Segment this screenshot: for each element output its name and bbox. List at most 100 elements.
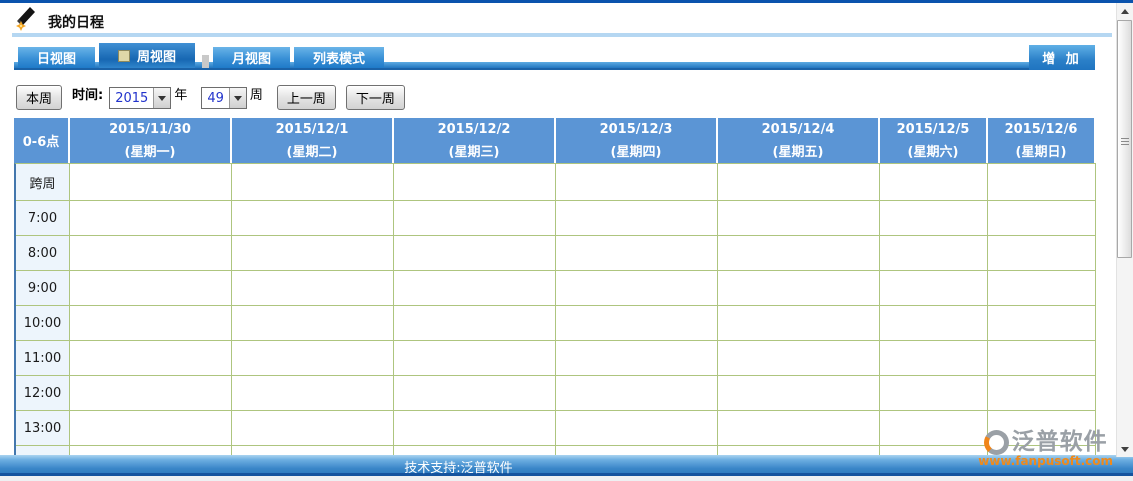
day-date: 2015/12/1 <box>275 121 349 137</box>
next-week-button[interactable]: 下一周 <box>345 85 405 110</box>
schedule-cell[interactable] <box>556 271 718 306</box>
table-row: 10:00 <box>16 306 1096 341</box>
schedule-cell[interactable] <box>718 164 880 201</box>
day-header-cell: 2015/12/4 (星期五) <box>718 118 880 163</box>
schedule-cell[interactable] <box>232 201 394 236</box>
schedule-cell[interactable] <box>232 164 394 201</box>
schedule-cell[interactable] <box>556 306 718 341</box>
schedule-cell[interactable] <box>556 164 718 201</box>
schedule-cell[interactable] <box>70 201 232 236</box>
schedule-cell[interactable] <box>988 376 1096 411</box>
week-select-dropdown-button[interactable] <box>228 88 246 108</box>
schedule-cell[interactable] <box>232 341 394 376</box>
schedule-cell[interactable] <box>880 446 988 455</box>
schedule-cell[interactable] <box>988 306 1096 341</box>
day-weekday: (星期一) <box>124 144 176 160</box>
schedule-cell[interactable] <box>718 341 880 376</box>
table-row: 7:00 <box>16 201 1096 236</box>
schedule-cell[interactable] <box>988 201 1096 236</box>
tab-label: 日视图 <box>37 52 77 67</box>
schedule-cell[interactable] <box>556 376 718 411</box>
calendar-header-row: 0-6点 2015/11/30 (星期一) 2015/12/1 (星期二) 2015/1… <box>14 118 1096 163</box>
day-date: 2015/12/6 <box>1004 121 1078 137</box>
schedule-cell[interactable] <box>556 236 718 271</box>
vertical-scrollbar[interactable] <box>1116 3 1133 457</box>
schedule-cell[interactable] <box>232 306 394 341</box>
tab-bar-tabs: 日视图 周视图 月视图 列表模式 <box>18 43 385 68</box>
schedule-cell[interactable] <box>556 341 718 376</box>
schedule-cell[interactable] <box>556 201 718 236</box>
scrollbar-down-button[interactable] <box>1117 441 1133 457</box>
time-label-cell: 12:00 <box>16 376 70 411</box>
prev-week-button[interactable]: 上一周 <box>276 85 336 110</box>
schedule-cell[interactable] <box>394 306 556 341</box>
schedule-cell[interactable] <box>394 376 556 411</box>
schedule-cell[interactable] <box>232 271 394 306</box>
schedule-cell[interactable] <box>988 236 1096 271</box>
schedule-cell[interactable] <box>880 201 988 236</box>
schedule-cell[interactable] <box>70 271 232 306</box>
schedule-cell[interactable] <box>718 411 880 446</box>
day-header-cell: 2015/12/3 (星期四) <box>556 118 718 163</box>
scrollbar-up-button[interactable] <box>1117 3 1133 19</box>
schedule-cell[interactable] <box>232 411 394 446</box>
schedule-cell[interactable] <box>394 236 556 271</box>
schedule-cell[interactable] <box>718 271 880 306</box>
table-row: 8:00 <box>16 236 1096 271</box>
schedule-cell[interactable] <box>394 446 556 455</box>
schedule-cell[interactable] <box>718 306 880 341</box>
schedule-cell[interactable] <box>70 446 232 455</box>
schedule-cell[interactable] <box>988 164 1096 201</box>
schedule-cell[interactable] <box>232 236 394 271</box>
schedule-cell[interactable] <box>880 306 988 341</box>
scrollbar-thumb[interactable] <box>1117 20 1132 258</box>
schedule-cell[interactable] <box>718 446 880 455</box>
add-button[interactable]: 增 加 <box>1029 45 1095 70</box>
schedule-cell[interactable] <box>880 236 988 271</box>
schedule-cell[interactable] <box>556 446 718 455</box>
page-title: 我的日程 <box>48 15 104 31</box>
schedule-cell[interactable] <box>394 341 556 376</box>
schedule-cell[interactable] <box>232 446 394 455</box>
tab-0[interactable]: 日视图 <box>18 47 96 68</box>
schedule-cell[interactable] <box>394 201 556 236</box>
triangle-up-icon <box>1121 8 1129 14</box>
day-weekday: (星期二) <box>286 144 338 160</box>
schedule-cell[interactable] <box>718 236 880 271</box>
schedule-cell[interactable] <box>718 376 880 411</box>
schedule-cell[interactable] <box>880 376 988 411</box>
day-weekday: (星期六) <box>907 144 959 160</box>
schedule-cell[interactable] <box>70 164 232 201</box>
schedule-cell[interactable] <box>880 341 988 376</box>
day-header-cell: 2015/12/1 (星期二) <box>232 118 394 163</box>
schedule-cell[interactable] <box>988 341 1096 376</box>
schedule-cell[interactable] <box>70 306 232 341</box>
schedule-cell[interactable] <box>718 201 880 236</box>
schedule-cell[interactable] <box>70 376 232 411</box>
schedule-cell[interactable] <box>394 271 556 306</box>
week-select[interactable]: 49 <box>201 87 247 109</box>
watermark-brand: 泛普软件 <box>1011 429 1108 455</box>
schedule-cell[interactable] <box>988 271 1096 306</box>
day-weekday: (星期日) <box>1015 144 1067 160</box>
calendar-body: 跨周 7:00 8:00 9:00 10:00 11:00 12:00 13:00 <box>14 163 1096 455</box>
schedule-cell[interactable] <box>232 376 394 411</box>
this-week-button[interactable]: 本周 <box>16 85 63 110</box>
schedule-cell[interactable] <box>556 411 718 446</box>
schedule-cell[interactable] <box>394 411 556 446</box>
schedule-cell[interactable] <box>880 411 988 446</box>
schedule-cell[interactable] <box>880 164 988 201</box>
schedule-cell[interactable] <box>880 271 988 306</box>
tab-3[interactable]: 列表模式 <box>294 47 385 68</box>
year-select[interactable]: 2015 <box>109 87 172 109</box>
active-tab-square-icon <box>118 49 131 62</box>
tab-1[interactable]: 周视图 <box>99 43 196 68</box>
schedule-cell[interactable] <box>394 164 556 201</box>
schedule-cell[interactable] <box>70 236 232 271</box>
tab-2[interactable]: 月视图 <box>213 47 291 68</box>
day-weekday: (星期五) <box>772 144 824 160</box>
schedule-cell[interactable] <box>70 341 232 376</box>
day-header-cell: 2015/12/2 (星期三) <box>394 118 556 163</box>
schedule-cell[interactable] <box>70 411 232 446</box>
year-select-dropdown-button[interactable] <box>153 88 171 108</box>
